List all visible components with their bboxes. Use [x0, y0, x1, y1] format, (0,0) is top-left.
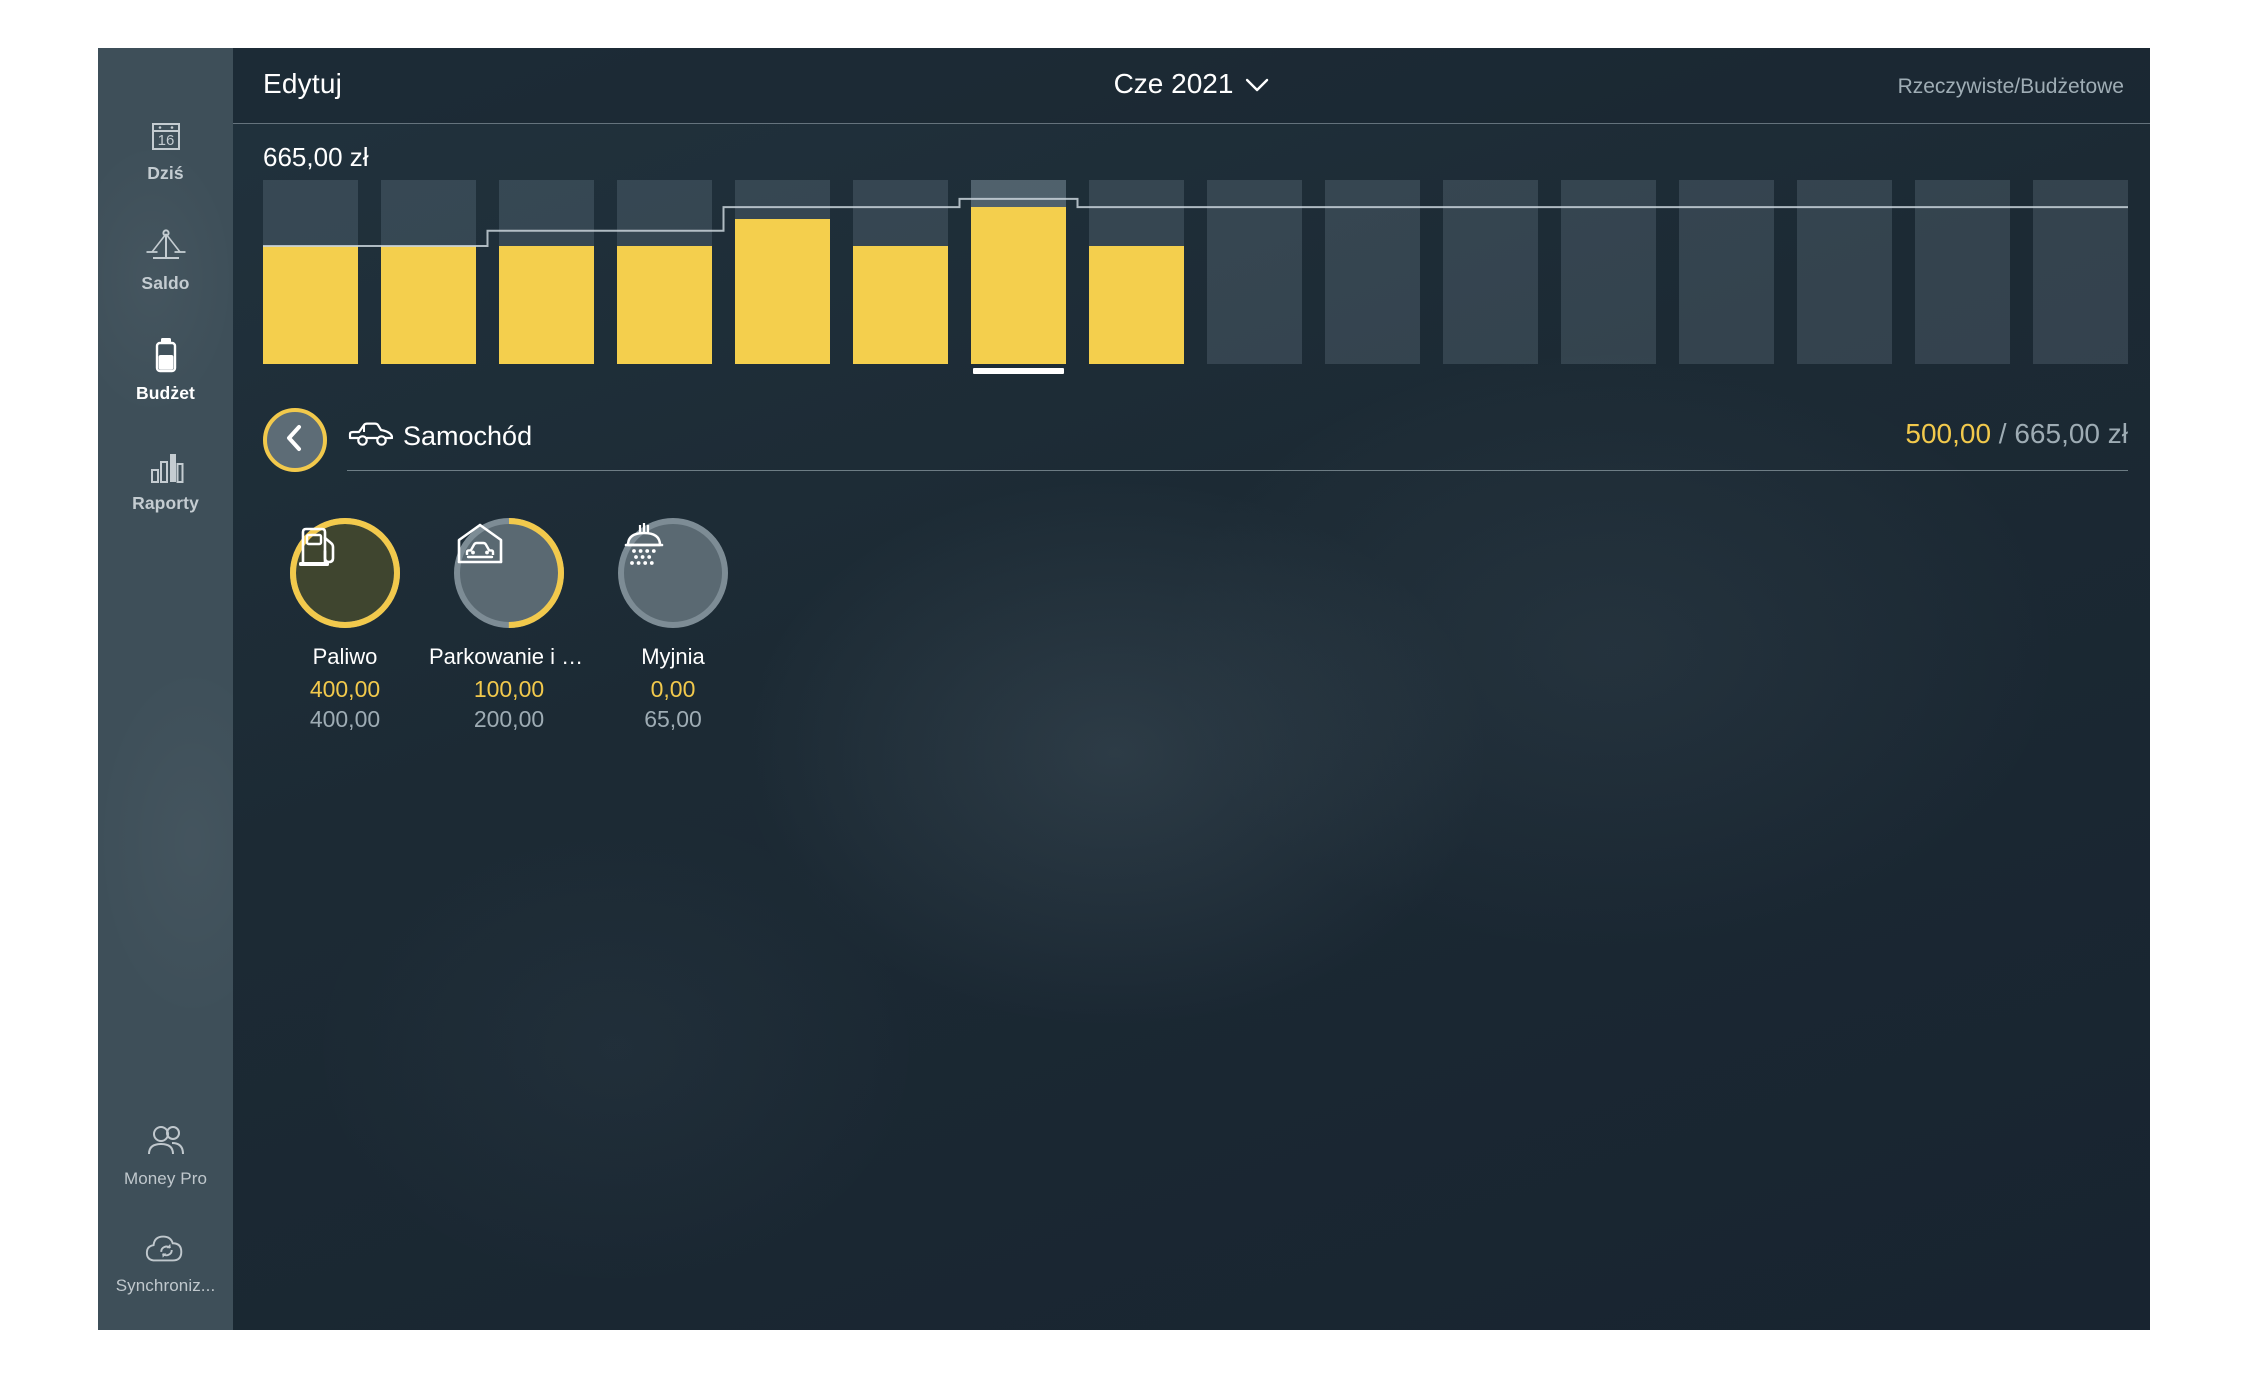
- main-content: Edytuj Cze 2021 Rzeczywiste/Budżetowe 66…: [233, 48, 2150, 1330]
- chart-bar-fill: [735, 219, 830, 364]
- category-spent: 500,00: [1905, 418, 1992, 449]
- chart-bar[interactable]: [1325, 180, 1420, 364]
- subcategory-name: Parkowanie i o...: [429, 644, 589, 669]
- edit-button[interactable]: Edytuj: [263, 68, 342, 100]
- sidebar-item-label: Money Pro: [123, 1169, 208, 1188]
- scales-icon: [144, 225, 188, 267]
- chart-bar[interactable]: [2033, 180, 2128, 364]
- cloud-sync-icon: [144, 1228, 188, 1270]
- sidebar-bottom-group: Money Pro Synchroniz...: [98, 1112, 233, 1302]
- subcategory-name: Paliwo: [312, 644, 378, 669]
- sidebar-item-saldo[interactable]: Saldo: [98, 216, 233, 300]
- subcategory-budget: 65,00: [644, 706, 702, 732]
- category-title: Samochód: [347, 418, 532, 455]
- chart-bar-fill: [853, 246, 948, 364]
- sidebar-item-synchronizacja[interactable]: Synchroniz...: [98, 1219, 233, 1302]
- subcategory-progress-ring: [450, 514, 568, 632]
- chart-bar-fill: [381, 246, 476, 364]
- sidebar-item-label: Raporty: [132, 493, 199, 513]
- subcategory-progress-ring: [286, 514, 404, 632]
- chart-total-label: 665,00 zł: [263, 142, 369, 172]
- chart-bar-fill: [263, 246, 358, 364]
- chart-bar[interactable]: [381, 180, 476, 364]
- chart-bar-fill: [617, 246, 712, 364]
- back-button[interactable]: [263, 408, 327, 472]
- subcategory-budget: 200,00: [473, 706, 545, 732]
- chart-bar-track: [1443, 180, 1538, 364]
- sidebar-item-label: Dziś: [147, 163, 184, 183]
- category-amount: 500,00 / 665,00 zł: [1905, 418, 2128, 450]
- sidebar-item-money-pro[interactable]: Money Pro: [98, 1112, 233, 1195]
- category-budget: 665,00 zł: [2014, 418, 2128, 449]
- battery-icon: [144, 335, 188, 377]
- chevron-left-icon: [282, 423, 308, 458]
- chart-bar-track: [1797, 180, 1892, 364]
- chart-bar-track: [1561, 180, 1656, 364]
- chart-bar-fill: [499, 246, 594, 364]
- chart-bar-track: [1325, 180, 1420, 364]
- chart-bar[interactable]: [1089, 180, 1184, 364]
- sidebar-item-dzis[interactable]: 16 Dziś: [98, 106, 233, 190]
- chart-bar[interactable]: [1561, 180, 1656, 364]
- car-icon: [347, 418, 394, 455]
- subcategory-spent: 0,00: [650, 676, 696, 702]
- chart-bar-selected-indicator: [973, 368, 1064, 374]
- sidebar: 16 Dziś Saldo Budżet Raporty Money Pro S…: [98, 48, 233, 1330]
- sidebar-item-label: Budżet: [136, 383, 195, 403]
- sidebar-top-group: 16 Dziś Saldo Budżet Raporty: [98, 106, 233, 520]
- people-icon: [144, 1121, 188, 1163]
- sidebar-item-raporty[interactable]: Raporty: [98, 436, 233, 520]
- top-bar: Edytuj Cze 2021 Rzeczywiste/Budżetowe: [233, 48, 2150, 124]
- month-selector[interactable]: Cze 2021: [1114, 68, 1270, 100]
- chart-bar[interactable]: [617, 180, 712, 364]
- mode-toggle-button[interactable]: Rzeczywiste/Budżetowe: [1898, 75, 2124, 99]
- subcategory-budget: 400,00: [309, 706, 381, 732]
- chart-bar-track: [1915, 180, 2010, 364]
- svg-text:16: 16: [157, 132, 174, 149]
- chart-bar-track: [1207, 180, 1302, 364]
- subcategory-item[interactable]: Myjnia 0,00 65,00: [591, 514, 755, 733]
- chart-bar[interactable]: [263, 180, 358, 364]
- subcategory-progress-ring: [614, 514, 732, 632]
- calendar-icon: 16: [144, 115, 188, 157]
- subcategory-name: Myjnia: [641, 644, 705, 669]
- monthly-bar-chart[interactable]: [263, 180, 2128, 374]
- chart-bar-track: [1679, 180, 1774, 364]
- chart-bar[interactable]: [1679, 180, 1774, 364]
- chart-bar[interactable]: [499, 180, 594, 364]
- sidebar-item-budzet[interactable]: Budżet: [98, 326, 233, 410]
- chart-bar[interactable]: [971, 180, 1066, 374]
- chart-bar[interactable]: [735, 180, 830, 364]
- sidebar-item-label: Saldo: [141, 273, 190, 293]
- month-label: Cze 2021: [1113, 68, 1234, 99]
- sidebar-item-label: Synchroniz...: [115, 1276, 216, 1295]
- subcategory-spent: 400,00: [309, 676, 381, 702]
- chart-bar-fill: [971, 207, 1066, 364]
- category-separator: /: [1991, 418, 2015, 449]
- chart-bar[interactable]: [1797, 180, 1892, 364]
- garage-icon: [450, 514, 568, 632]
- chart-bar[interactable]: [1443, 180, 1538, 364]
- divider: [347, 470, 2128, 471]
- category-header-row: Samochód 500,00 / 665,00 zł: [263, 406, 2128, 478]
- fuel-pump-icon: [286, 514, 404, 632]
- car-wash-icon: [614, 514, 732, 632]
- chart-bar-fill: [1089, 246, 1184, 364]
- subcategory-spent: 100,00: [473, 676, 545, 702]
- subcategory-grid: Paliwo 400,00 400,00 Parkowanie i o... 100,…: [263, 514, 755, 733]
- chart-bar[interactable]: [853, 180, 948, 364]
- subcategory-item[interactable]: Paliwo 400,00 400,00: [263, 514, 427, 733]
- app-window: 16 Dziś Saldo Budżet Raporty Money Pro S…: [98, 48, 2150, 1330]
- chart-bar-track: [2033, 180, 2128, 364]
- bar-chart-icon: [144, 445, 188, 487]
- chart-bar[interactable]: [1915, 180, 2010, 364]
- subcategory-item[interactable]: Parkowanie i o... 100,00 200,00: [427, 514, 591, 733]
- category-name: Samochód: [403, 421, 533, 451]
- chart-bar[interactable]: [1207, 180, 1302, 364]
- chevron-down-icon: [1245, 68, 1269, 100]
